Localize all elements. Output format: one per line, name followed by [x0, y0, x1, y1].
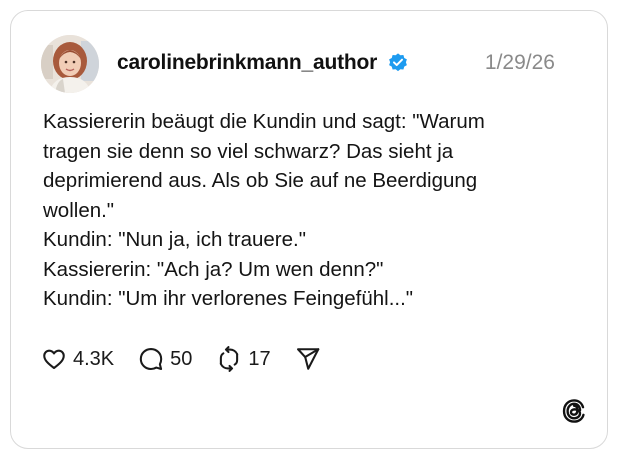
avatar-image — [41, 35, 99, 93]
threads-logo-icon[interactable] — [561, 398, 587, 424]
post-text: Kassiererin beäugt die Kundin und sagt: … — [43, 107, 563, 314]
heart-icon — [43, 349, 65, 370]
reply-count: 50 — [170, 347, 193, 370]
repost-button[interactable]: 17 — [216, 346, 271, 372]
share-button[interactable] — [295, 346, 321, 372]
post-text-line: Kassiererin beäugt die Kundin und sagt: … — [43, 110, 485, 133]
like-count: 4.3K — [73, 347, 115, 370]
verified-badge-icon — [389, 53, 407, 72]
paper-plane-icon — [296, 348, 319, 370]
repost-arrows-icon — [220, 346, 239, 372]
action-bar: 4.3K 50 17 — [41, 345, 345, 373]
username[interactable]: carolinebrinkmann_author — [117, 51, 377, 75]
like-button[interactable]: 4.3K — [41, 346, 114, 372]
post-text-line: Kassiererin: "Ach ja? Um wen denn?" — [43, 257, 384, 281]
post-date: 1/29/26 — [484, 51, 555, 74]
reply-button[interactable]: 50 — [138, 346, 192, 372]
avatar[interactable] — [41, 35, 99, 93]
post-text-line: deprimierend aus. Als ob Sie auf ne Beer… — [43, 169, 478, 192]
post-text-line: tragen sie denn so viel schwarz? Das sie… — [43, 139, 454, 163]
post-text-line: Kundin: "Nun ja, ich trauere." — [43, 228, 306, 251]
post-text-line: wollen." — [43, 198, 115, 222]
comment-bubble-icon — [139, 348, 163, 370]
repost-count: 17 — [248, 347, 271, 370]
post-card: carolinebrinkmann_author 1/29/26 Kassier… — [10, 10, 608, 449]
post-text-line: Kundin: "Um ihr verlorenes Feingefühl...… — [43, 287, 414, 310]
